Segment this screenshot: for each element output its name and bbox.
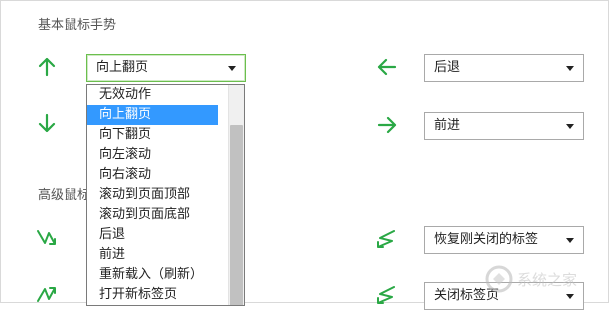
dropdown-option[interactable]: 向右滚动 (87, 165, 218, 185)
gesture-up-select[interactable]: 向上翻页 (86, 54, 246, 82)
watermark-logo: 系统之家 (485, 265, 577, 293)
down-up-gesture-icon (37, 230, 56, 245)
dropdown-option[interactable]: 无效动作 (87, 85, 218, 105)
chevron-down-icon (228, 66, 236, 71)
section-title-advanced-gestures: 高级鼠标 (38, 188, 91, 203)
arrow-right-icon (377, 116, 397, 134)
gesture-left-value: 后退 (434, 60, 461, 75)
dropdown-scrollbar[interactable] (228, 85, 244, 305)
dropdown-option[interactable]: 向下翻页 (87, 125, 218, 145)
dropdown-scrollbar-thumb[interactable] (230, 125, 243, 305)
dropdown-option[interactable]: 前进 (87, 245, 218, 265)
watermark-text: 系统之家 (517, 271, 577, 289)
gesture-left-select[interactable]: 后退 (424, 54, 584, 82)
dropdown-option[interactable]: 向左滚动 (87, 145, 218, 165)
arrow-down-icon (38, 113, 56, 133)
chevron-down-icon (566, 238, 574, 243)
right-left-gesture-icon (377, 286, 395, 304)
dropdown-option[interactable]: 重新载入（刷新） (87, 265, 218, 285)
up-down-gesture-icon (37, 287, 56, 302)
section-title-basic-gestures: 基本鼠标手势 (38, 18, 117, 33)
dropdown-option[interactable]: 打开新标签页 (87, 285, 218, 305)
arrow-left-icon (377, 58, 397, 76)
gesture-right-value: 前进 (434, 118, 461, 133)
gesture-left-right-select[interactable]: 恢复刚关闭的标签 (424, 226, 584, 254)
arrow-up-icon (38, 57, 56, 77)
gesture-up-value: 向上翻页 (96, 60, 149, 75)
dropdown-option[interactable]: 后退 (87, 225, 218, 245)
chevron-down-icon (566, 66, 574, 71)
dropdown-option[interactable]: 滚动到页面底部 (87, 205, 218, 225)
gesture-right-select[interactable]: 前进 (424, 112, 584, 140)
left-right-gesture-icon (377, 230, 395, 248)
dropdown-option[interactable]: 滚动到页面顶部 (87, 185, 218, 205)
dropdown-option[interactable]: 向上翻页 (87, 105, 218, 125)
gesture-left-right-value: 恢复刚关闭的标签 (434, 232, 539, 247)
gesture-action-dropdown-list[interactable]: 无效动作 向上翻页 向下翻页 向左滚动 向右滚动 滚动到页面顶部 滚动到页面底部 后退 前进 重新… (86, 84, 245, 306)
chevron-down-icon (566, 124, 574, 129)
